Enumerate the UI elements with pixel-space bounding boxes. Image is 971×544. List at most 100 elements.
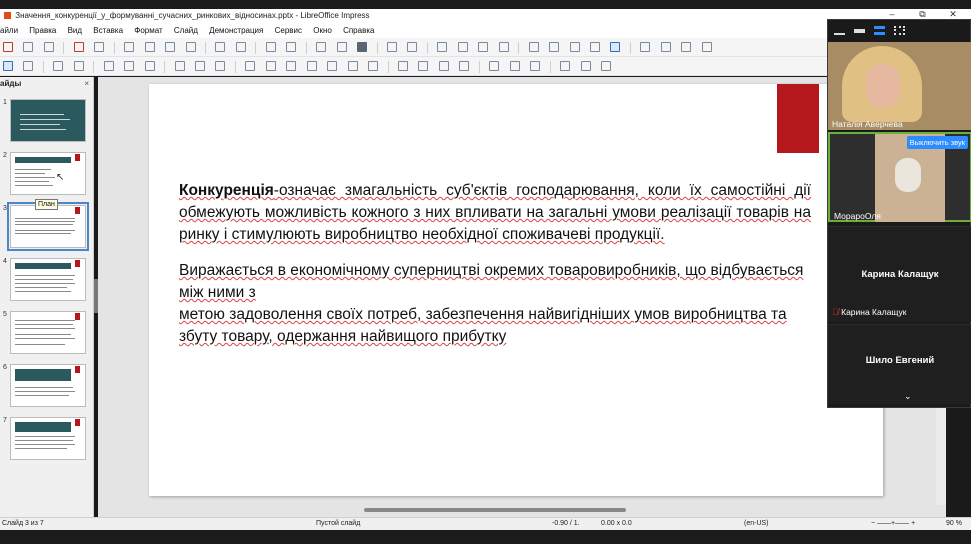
- flowchart-icon[interactable]: [306, 61, 317, 71]
- zoom-icon[interactable]: [23, 61, 34, 71]
- symbol-shapes-icon[interactable]: [265, 61, 276, 71]
- thumb-text-line: [15, 169, 51, 170]
- copy-icon[interactable]: [144, 42, 155, 52]
- find-replace-icon[interactable]: [265, 42, 276, 52]
- menu-window[interactable]: Окно: [313, 26, 332, 35]
- paste-icon[interactable]: [165, 42, 176, 52]
- horizontal-scrollbar[interactable]: [364, 508, 626, 512]
- align-icon[interactable]: [418, 61, 429, 71]
- block-arrows-icon[interactable]: [286, 61, 297, 71]
- slide-thumbnail-5[interactable]: [10, 311, 86, 354]
- slide-text-box[interactable]: Конкуренція-означає змагальність суб'єкт…: [179, 180, 811, 348]
- menu-view[interactable]: Вид: [68, 26, 82, 35]
- filter-icon[interactable]: [530, 61, 541, 71]
- participant-tile[interactable]: Наталія Аверчева: [828, 42, 971, 130]
- slide-thumbnail-3[interactable]: [7, 202, 89, 251]
- callouts-icon[interactable]: [327, 61, 338, 71]
- redo-icon[interactable]: [235, 42, 246, 52]
- crop-icon[interactable]: [509, 61, 520, 71]
- lines-arrows-icon[interactable]: [174, 61, 185, 71]
- current-slide[interactable]: Конкуренція-означає змагальність суб'єкт…: [149, 84, 883, 496]
- master-slide-icon[interactable]: [357, 42, 368, 52]
- line-icon[interactable]: [103, 61, 114, 71]
- text-box-icon[interactable]: [528, 42, 539, 52]
- minimize-video-icon[interactable]: [834, 26, 845, 35]
- chart-icon[interactable]: [498, 42, 509, 52]
- connectors-icon[interactable]: [215, 61, 226, 71]
- transformations-icon[interactable]: [589, 42, 600, 52]
- save-icon[interactable]: [43, 42, 54, 52]
- fill-color-icon[interactable]: [73, 61, 84, 71]
- toolbar-separator: [93, 61, 95, 73]
- print-icon[interactable]: [94, 42, 105, 52]
- thumb-text-line: [15, 338, 75, 339]
- stars-icon[interactable]: [347, 61, 358, 71]
- chevron-down-icon[interactable]: ⌄: [904, 391, 912, 402]
- participant-name: МорароОля: [834, 211, 881, 221]
- spelling-icon[interactable]: [286, 42, 297, 52]
- close-icon[interactable]: ×: [84, 77, 89, 91]
- start-first-slide-icon[interactable]: [386, 42, 397, 52]
- basic-shapes-icon[interactable]: [245, 61, 256, 71]
- points-icon[interactable]: [560, 61, 571, 71]
- participant-tile[interactable]: Шило Евгений ⌄: [828, 324, 971, 404]
- curves-icon[interactable]: [194, 61, 205, 71]
- line-color-icon[interactable]: [53, 61, 64, 71]
- table-icon[interactable]: [437, 42, 448, 52]
- fontwork-icon[interactable]: [569, 42, 580, 52]
- new-icon[interactable]: [3, 42, 13, 52]
- 3d-objects-icon[interactable]: [368, 61, 379, 71]
- menu-edit[interactable]: Правка: [29, 26, 56, 35]
- participant-tile-active[interactable]: Выключить звук МорароОля: [828, 132, 971, 222]
- special-character-icon[interactable]: [549, 42, 560, 52]
- display-views-icon[interactable]: [336, 42, 347, 52]
- select-icon[interactable]: [3, 61, 13, 71]
- delete-slide-icon[interactable]: [681, 42, 692, 52]
- media-icon[interactable]: [478, 42, 489, 52]
- export-pdf-icon[interactable]: [73, 42, 84, 52]
- menu-slideshow[interactable]: Демонстрация: [209, 26, 263, 35]
- insert-slide-icon[interactable]: [640, 42, 651, 52]
- show-draw-functions-icon[interactable]: [610, 42, 621, 52]
- slide-thumbnail-2[interactable]: [10, 152, 86, 195]
- zoom-level[interactable]: 90 %: [946, 518, 962, 530]
- gallery-view-icon[interactable]: [894, 26, 905, 35]
- window-title: Значення_конкуренції_у_формуванні_сучасн…: [15, 11, 370, 20]
- cut-icon[interactable]: [124, 42, 135, 52]
- open-icon[interactable]: [23, 42, 34, 52]
- rectangle-icon[interactable]: [124, 61, 135, 71]
- shadow-icon[interactable]: [489, 61, 500, 71]
- arrange-icon[interactable]: [438, 61, 449, 71]
- minimize-button[interactable]: –: [878, 9, 906, 19]
- participant-face: [866, 64, 900, 108]
- menu-file[interactable]: айли: [0, 26, 18, 35]
- slide-thumbnail-1[interactable]: [10, 99, 86, 142]
- speaker-view-icon[interactable]: [874, 26, 885, 35]
- clone-formatting-icon[interactable]: [185, 42, 196, 52]
- hide-video-icon[interactable]: [854, 29, 865, 33]
- start-current-slide-icon[interactable]: [407, 42, 418, 52]
- duplicate-slide-icon[interactable]: [660, 42, 671, 52]
- slide-number: 6: [3, 364, 7, 371]
- grid-icon[interactable]: [316, 42, 327, 52]
- ellipse-icon[interactable]: [144, 61, 155, 71]
- menu-help[interactable]: Справка: [343, 26, 374, 35]
- menu-format[interactable]: Формат: [134, 26, 162, 35]
- slide-thumbnail-6[interactable]: [10, 364, 86, 407]
- rotate-icon[interactable]: [397, 61, 408, 71]
- glue-points-icon[interactable]: [580, 61, 591, 71]
- participant-tile[interactable]: Карина Калащук 🎙̸ Карина Калащук: [828, 226, 971, 322]
- zoom-slider[interactable]: − ——+—— +: [871, 518, 915, 530]
- menu-insert[interactable]: Вставка: [93, 26, 123, 35]
- mute-participant-button[interactable]: Выключить звук: [906, 136, 968, 149]
- slide-thumbnail-7[interactable]: [10, 417, 86, 460]
- image-icon[interactable]: [457, 42, 468, 52]
- menu-tools[interactable]: Сервис: [275, 26, 302, 35]
- distribute-icon[interactable]: [459, 61, 470, 71]
- slide-thumbnail-4[interactable]: [10, 258, 86, 301]
- undo-icon[interactable]: [215, 42, 226, 52]
- toggle-extrusion-icon[interactable]: [600, 61, 611, 71]
- language-status[interactable]: (en-US): [744, 518, 769, 530]
- menu-slide[interactable]: Слайд: [174, 26, 198, 35]
- slide-layout-icon[interactable]: [701, 42, 712, 52]
